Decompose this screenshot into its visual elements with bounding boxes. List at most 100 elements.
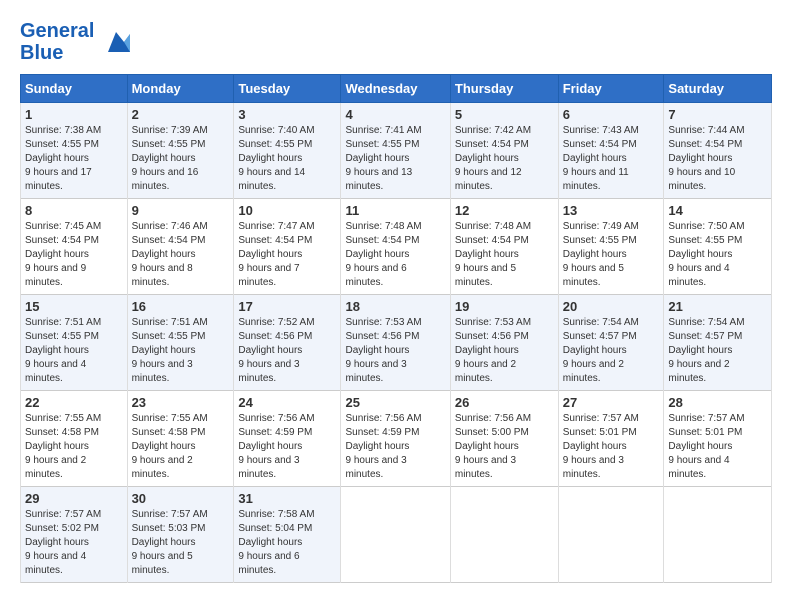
day-number: 2 bbox=[132, 107, 230, 122]
day-info: Sunrise: 7:43 AM Sunset: 4:54 PM Dayligh… bbox=[563, 124, 660, 194]
day-number: 6 bbox=[563, 107, 660, 122]
calendar-cell: 19 Sunrise: 7:53 AM Sunset: 4:56 PM Dayl… bbox=[450, 295, 558, 391]
calendar-cell: 25 Sunrise: 7:56 AM Sunset: 4:59 PM Dayl… bbox=[341, 391, 450, 487]
day-info: Sunrise: 7:56 AM Sunset: 4:59 PM Dayligh… bbox=[345, 412, 445, 482]
calendar-cell: 31 Sunrise: 7:58 AM Sunset: 5:04 PM Dayl… bbox=[234, 487, 341, 583]
day-info: Sunrise: 7:56 AM Sunset: 4:59 PM Dayligh… bbox=[238, 412, 336, 482]
calendar-cell: 29 Sunrise: 7:57 AM Sunset: 5:02 PM Dayl… bbox=[21, 487, 128, 583]
weekday-header-tuesday: Tuesday bbox=[234, 75, 341, 103]
day-number: 15 bbox=[25, 299, 123, 314]
day-number: 27 bbox=[563, 395, 660, 410]
calendar-cell bbox=[450, 487, 558, 583]
day-info: Sunrise: 7:49 AM Sunset: 4:55 PM Dayligh… bbox=[563, 220, 660, 290]
calendar-cell: 9 Sunrise: 7:46 AM Sunset: 4:54 PM Dayli… bbox=[127, 199, 234, 295]
calendar-cell: 5 Sunrise: 7:42 AM Sunset: 4:54 PM Dayli… bbox=[450, 103, 558, 199]
calendar-cell: 2 Sunrise: 7:39 AM Sunset: 4:55 PM Dayli… bbox=[127, 103, 234, 199]
calendar-cell bbox=[341, 487, 450, 583]
calendar-cell: 3 Sunrise: 7:40 AM Sunset: 4:55 PM Dayli… bbox=[234, 103, 341, 199]
logo-icon bbox=[98, 24, 134, 60]
day-number: 4 bbox=[345, 107, 445, 122]
weekday-header-monday: Monday bbox=[127, 75, 234, 103]
day-info: Sunrise: 7:57 AM Sunset: 5:01 PM Dayligh… bbox=[668, 412, 767, 482]
logo: General Blue bbox=[20, 20, 134, 64]
weekday-header-sunday: Sunday bbox=[21, 75, 128, 103]
calendar-cell: 13 Sunrise: 7:49 AM Sunset: 4:55 PM Dayl… bbox=[558, 199, 664, 295]
calendar-cell: 18 Sunrise: 7:53 AM Sunset: 4:56 PM Dayl… bbox=[341, 295, 450, 391]
day-info: Sunrise: 7:53 AM Sunset: 4:56 PM Dayligh… bbox=[345, 316, 445, 386]
day-number: 13 bbox=[563, 203, 660, 218]
day-number: 19 bbox=[455, 299, 554, 314]
calendar-cell: 23 Sunrise: 7:55 AM Sunset: 4:58 PM Dayl… bbox=[127, 391, 234, 487]
day-info: Sunrise: 7:54 AM Sunset: 4:57 PM Dayligh… bbox=[563, 316, 660, 386]
day-number: 12 bbox=[455, 203, 554, 218]
day-info: Sunrise: 7:48 AM Sunset: 4:54 PM Dayligh… bbox=[455, 220, 554, 290]
calendar-cell: 16 Sunrise: 7:51 AM Sunset: 4:55 PM Dayl… bbox=[127, 295, 234, 391]
weekday-header-thursday: Thursday bbox=[450, 75, 558, 103]
calendar-cell bbox=[558, 487, 664, 583]
day-number: 20 bbox=[563, 299, 660, 314]
day-number: 24 bbox=[238, 395, 336, 410]
day-info: Sunrise: 7:57 AM Sunset: 5:01 PM Dayligh… bbox=[563, 412, 660, 482]
day-number: 1 bbox=[25, 107, 123, 122]
day-number: 8 bbox=[25, 203, 123, 218]
calendar-cell: 30 Sunrise: 7:57 AM Sunset: 5:03 PM Dayl… bbox=[127, 487, 234, 583]
day-info: Sunrise: 7:52 AM Sunset: 4:56 PM Dayligh… bbox=[238, 316, 336, 386]
calendar-cell: 10 Sunrise: 7:47 AM Sunset: 4:54 PM Dayl… bbox=[234, 199, 341, 295]
day-info: Sunrise: 7:45 AM Sunset: 4:54 PM Dayligh… bbox=[25, 220, 123, 290]
day-number: 23 bbox=[132, 395, 230, 410]
calendar-cell: 15 Sunrise: 7:51 AM Sunset: 4:55 PM Dayl… bbox=[21, 295, 128, 391]
calendar-cell: 11 Sunrise: 7:48 AM Sunset: 4:54 PM Dayl… bbox=[341, 199, 450, 295]
calendar-cell: 14 Sunrise: 7:50 AM Sunset: 4:55 PM Dayl… bbox=[664, 199, 772, 295]
day-number: 14 bbox=[668, 203, 767, 218]
calendar-cell: 1 Sunrise: 7:38 AM Sunset: 4:55 PM Dayli… bbox=[21, 103, 128, 199]
calendar-cell: 28 Sunrise: 7:57 AM Sunset: 5:01 PM Dayl… bbox=[664, 391, 772, 487]
day-number: 11 bbox=[345, 203, 445, 218]
calendar-cell: 6 Sunrise: 7:43 AM Sunset: 4:54 PM Dayli… bbox=[558, 103, 664, 199]
day-info: Sunrise: 7:39 AM Sunset: 4:55 PM Dayligh… bbox=[132, 124, 230, 194]
day-number: 16 bbox=[132, 299, 230, 314]
day-info: Sunrise: 7:46 AM Sunset: 4:54 PM Dayligh… bbox=[132, 220, 230, 290]
calendar-cell: 27 Sunrise: 7:57 AM Sunset: 5:01 PM Dayl… bbox=[558, 391, 664, 487]
calendar-cell: 8 Sunrise: 7:45 AM Sunset: 4:54 PM Dayli… bbox=[21, 199, 128, 295]
day-number: 9 bbox=[132, 203, 230, 218]
calendar-cell bbox=[664, 487, 772, 583]
day-number: 7 bbox=[668, 107, 767, 122]
day-number: 22 bbox=[25, 395, 123, 410]
calendar-cell: 17 Sunrise: 7:52 AM Sunset: 4:56 PM Dayl… bbox=[234, 295, 341, 391]
page-header: General Blue bbox=[20, 20, 772, 64]
day-info: Sunrise: 7:53 AM Sunset: 4:56 PM Dayligh… bbox=[455, 316, 554, 386]
calendar-cell: 21 Sunrise: 7:54 AM Sunset: 4:57 PM Dayl… bbox=[664, 295, 772, 391]
day-number: 25 bbox=[345, 395, 445, 410]
calendar-cell: 22 Sunrise: 7:55 AM Sunset: 4:58 PM Dayl… bbox=[21, 391, 128, 487]
day-info: Sunrise: 7:57 AM Sunset: 5:03 PM Dayligh… bbox=[132, 508, 230, 578]
calendar-cell: 24 Sunrise: 7:56 AM Sunset: 4:59 PM Dayl… bbox=[234, 391, 341, 487]
day-number: 28 bbox=[668, 395, 767, 410]
day-number: 18 bbox=[345, 299, 445, 314]
weekday-header-wednesday: Wednesday bbox=[341, 75, 450, 103]
day-info: Sunrise: 7:55 AM Sunset: 4:58 PM Dayligh… bbox=[132, 412, 230, 482]
calendar-table: SundayMondayTuesdayWednesdayThursdayFrid… bbox=[20, 74, 772, 583]
day-number: 30 bbox=[132, 491, 230, 506]
day-info: Sunrise: 7:51 AM Sunset: 4:55 PM Dayligh… bbox=[132, 316, 230, 386]
calendar-cell: 12 Sunrise: 7:48 AM Sunset: 4:54 PM Dayl… bbox=[450, 199, 558, 295]
weekday-header-friday: Friday bbox=[558, 75, 664, 103]
day-number: 5 bbox=[455, 107, 554, 122]
day-info: Sunrise: 7:58 AM Sunset: 5:04 PM Dayligh… bbox=[238, 508, 336, 578]
day-number: 3 bbox=[238, 107, 336, 122]
day-info: Sunrise: 7:40 AM Sunset: 4:55 PM Dayligh… bbox=[238, 124, 336, 194]
day-number: 29 bbox=[25, 491, 123, 506]
day-info: Sunrise: 7:44 AM Sunset: 4:54 PM Dayligh… bbox=[668, 124, 767, 194]
logo-text2: Blue bbox=[20, 42, 94, 64]
calendar-cell: 26 Sunrise: 7:56 AM Sunset: 5:00 PM Dayl… bbox=[450, 391, 558, 487]
day-info: Sunrise: 7:51 AM Sunset: 4:55 PM Dayligh… bbox=[25, 316, 123, 386]
calendar-cell: 4 Sunrise: 7:41 AM Sunset: 4:55 PM Dayli… bbox=[341, 103, 450, 199]
logo-text: General bbox=[20, 20, 94, 42]
calendar-cell: 7 Sunrise: 7:44 AM Sunset: 4:54 PM Dayli… bbox=[664, 103, 772, 199]
day-info: Sunrise: 7:57 AM Sunset: 5:02 PM Dayligh… bbox=[25, 508, 123, 578]
weekday-header-saturday: Saturday bbox=[664, 75, 772, 103]
day-info: Sunrise: 7:42 AM Sunset: 4:54 PM Dayligh… bbox=[455, 124, 554, 194]
day-info: Sunrise: 7:47 AM Sunset: 4:54 PM Dayligh… bbox=[238, 220, 336, 290]
day-number: 26 bbox=[455, 395, 554, 410]
day-info: Sunrise: 7:50 AM Sunset: 4:55 PM Dayligh… bbox=[668, 220, 767, 290]
day-info: Sunrise: 7:41 AM Sunset: 4:55 PM Dayligh… bbox=[345, 124, 445, 194]
